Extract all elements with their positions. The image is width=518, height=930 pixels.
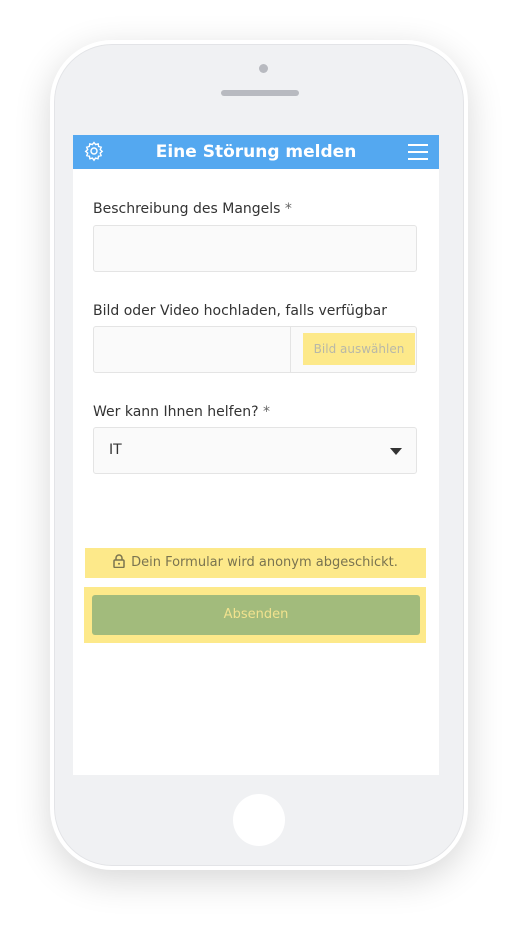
app-screen: Eine Störung melden Beschreibung des Man… (73, 135, 439, 775)
chevron-down-icon (390, 448, 402, 455)
helper-label-text: Wer kann Ihnen helfen? (93, 404, 259, 420)
earpiece-speaker (221, 90, 299, 96)
anonymous-notice: Dein Formular wird anonym abgeschickt. (85, 548, 426, 578)
lock-icon (113, 550, 125, 580)
required-mark: * (262, 404, 270, 420)
choose-image-button[interactable]: Bild auswählen (303, 333, 415, 365)
anonymous-notice-text: Dein Formular wird anonym abgeschickt. (131, 555, 398, 570)
front-camera (259, 64, 268, 73)
home-button[interactable] (233, 794, 285, 846)
page-title: Eine Störung melden (155, 142, 357, 162)
helper-select[interactable]: IT (93, 427, 417, 474)
file-name-display[interactable] (94, 327, 290, 372)
helper-select-value: IT (109, 442, 122, 458)
app-header: Eine Störung melden (73, 135, 439, 169)
upload-label: Bild oder Video hochladen, falls verfügb… (93, 303, 388, 319)
description-label: Beschreibung des Mangels * (93, 201, 292, 217)
file-divider (290, 327, 291, 372)
gear-icon[interactable] (83, 140, 105, 162)
description-input[interactable] (93, 225, 417, 272)
submit-button[interactable]: Absenden (92, 595, 420, 635)
helper-label: Wer kann Ihnen helfen? * (93, 404, 270, 420)
hamburger-menu-icon[interactable] (408, 143, 428, 161)
file-upload-field: Bild auswählen (93, 326, 417, 373)
required-mark: * (284, 201, 292, 217)
description-label-text: Beschreibung des Mangels (93, 201, 281, 217)
